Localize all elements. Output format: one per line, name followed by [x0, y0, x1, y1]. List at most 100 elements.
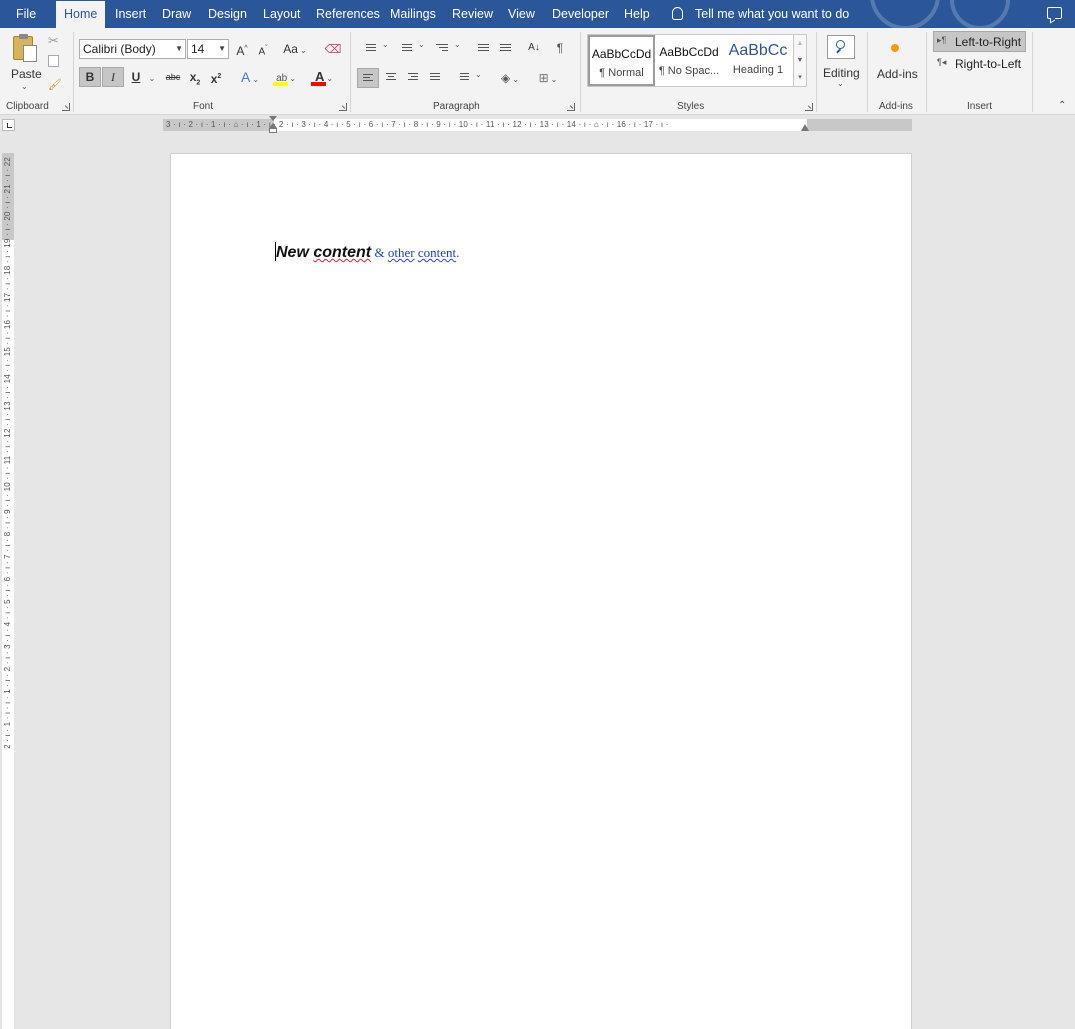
indent-marker[interactable] — [269, 116, 278, 134]
highlight-color-button[interactable]: ab ⌄ — [270, 67, 302, 87]
text-effects-icon[interactable]: A ⌄ — [236, 67, 264, 87]
increase-indent-icon[interactable] — [496, 42, 514, 56]
style-preview: AaBbCc — [728, 42, 788, 59]
tell-me-label: Tell me what you want to do — [695, 7, 850, 21]
tab-mailings[interactable]: Mailings — [390, 0, 436, 28]
group-divider — [73, 32, 74, 112]
tab-home[interactable]: Home — [56, 1, 106, 28]
align-center-icon[interactable] — [381, 68, 401, 88]
style-no-spacing[interactable]: AaBbCcDd ¶ No Spac... — [656, 35, 722, 86]
format-painter-icon[interactable]: 🖌 — [48, 78, 62, 91]
sort-button[interactable]: A↓ — [524, 38, 544, 58]
multilevel-list-button[interactable]: ⌄ — [432, 40, 462, 56]
horizontal-ruler[interactable]: 3 · ı · 2 · ı · 1 · ı · ⌂ · ı · 1 · ı · … — [163, 116, 912, 134]
right-indent-marker[interactable] — [801, 124, 809, 131]
strikethrough-button[interactable]: abc — [162, 67, 184, 87]
paragraph-group-label: Paragraph — [433, 101, 480, 112]
style-heading-1[interactable]: AaBbCc Heading 1 — [724, 35, 792, 86]
justify-icon[interactable] — [425, 68, 445, 88]
underline-button[interactable]: U — [127, 67, 145, 87]
change-case-button[interactable]: Aa ⌄ — [280, 39, 310, 59]
clear-formatting-icon[interactable]: ⌫ — [323, 39, 343, 59]
chevron-down-icon[interactable]: ⌄ — [145, 67, 157, 87]
ltr-label: Left-to-Right — [955, 35, 1022, 49]
tab-developer[interactable]: Developer — [552, 0, 609, 28]
bold-button[interactable]: B — [79, 67, 101, 87]
tab-insert[interactable]: Insert — [115, 0, 146, 28]
title-bar-decoration — [830, 0, 1030, 28]
left-to-right-button[interactable]: ▸¶ Left-to-Right — [933, 31, 1026, 52]
shading-button[interactable]: ◈ ⌄ — [494, 68, 526, 88]
blue-text: & other content. — [374, 245, 459, 260]
decrease-indent-icon[interactable] — [474, 42, 492, 56]
grow-font-button[interactable]: A^ — [233, 39, 251, 59]
tab-layout[interactable]: Layout — [263, 0, 301, 28]
styles-launcher-icon[interactable] — [805, 103, 813, 111]
align-left-button[interactable] — [357, 68, 379, 88]
ribbon: Paste ⌄ ✂ 🖌 Clipboard Calibri (Body) ▼ 1… — [0, 28, 1075, 115]
clipboard-launcher-icon[interactable] — [62, 103, 70, 111]
tab-selector[interactable] — [2, 119, 15, 131]
tab-review[interactable]: Review — [452, 0, 493, 28]
font-color-button[interactable]: A ⌄ — [308, 67, 340, 87]
font-size-combo[interactable]: 14 ▼ — [187, 39, 229, 59]
paste-button[interactable]: Paste ⌄ — [8, 32, 42, 94]
italic-button[interactable]: I — [102, 67, 124, 87]
styles-gallery: AaBbCcDd ¶ Normal AaBbCcDd ¶ No Spac... … — [587, 34, 807, 87]
ltr-icon: ▸¶ — [937, 35, 947, 45]
chevron-up-icon[interactable]: ▲ — [794, 35, 806, 52]
rtl-label: Right-to-Left — [955, 57, 1022, 71]
collapse-ribbon-icon[interactable]: ⌃ — [1058, 100, 1066, 111]
editing-button[interactable]: Editing ⌄ — [820, 32, 862, 94]
chevron-down-icon[interactable]: ▼ — [794, 52, 806, 69]
borders-button[interactable]: ⊞ ⌄ — [532, 68, 564, 88]
numbering-icon — [402, 44, 412, 53]
tab-help[interactable]: Help — [624, 0, 650, 28]
font-color-swatch — [311, 82, 326, 86]
copy-icon[interactable] — [48, 55, 59, 67]
paragraph-launcher-icon[interactable] — [567, 103, 575, 111]
word-content-2: content — [417, 245, 457, 260]
document-paragraph[interactable]: New content & other content. — [275, 242, 459, 262]
numbering-button[interactable]: ⌄ — [396, 40, 426, 56]
word-new: New — [276, 244, 309, 261]
clipboard-icon — [13, 34, 37, 62]
style-name: ¶ Normal — [599, 67, 644, 79]
group-divider — [1032, 32, 1033, 112]
shrink-font-button[interactable]: Aˇ — [254, 39, 272, 59]
line-spacing-button[interactable]: ⌄ — [454, 68, 484, 88]
insert-group-label: Insert — [967, 101, 993, 112]
add-ins-button[interactable]: Add-ins — [872, 32, 922, 94]
font-launcher-icon[interactable] — [339, 103, 347, 111]
superscript-button[interactable]: x2 — [207, 67, 225, 87]
tab-file[interactable]: File — [16, 0, 36, 28]
tab-design[interactable]: Design — [208, 0, 247, 28]
align-right-icon[interactable] — [403, 68, 423, 88]
search-icon — [827, 35, 855, 59]
cut-icon[interactable]: ✂ — [48, 33, 59, 49]
show-formatting-marks-button[interactable]: ¶ — [550, 38, 570, 58]
vertical-ruler[interactable]: 2 · ı · 1 · ı · ı · 1 · ı · 2 · ı · 3 · … — [2, 153, 14, 1029]
tab-view[interactable]: View — [508, 0, 535, 28]
subscript-button[interactable]: x2 — [186, 67, 204, 87]
style-name: ¶ No Spac... — [658, 65, 720, 77]
tell-me-search[interactable]: Tell me what you want to do — [672, 0, 849, 28]
clipboard-group-label: Clipboard — [6, 101, 49, 112]
rtl-icon: ¶◂ — [937, 57, 947, 67]
styles-scroll[interactable]: ▲ ▼ ▾ — [793, 35, 806, 86]
style-normal[interactable]: AaBbCcDd ¶ Normal — [588, 35, 655, 86]
right-to-left-button[interactable]: ¶◂ Right-to-Left — [933, 55, 1026, 75]
group-divider — [867, 32, 868, 112]
style-preview: AaBbCcDd — [659, 45, 719, 59]
tab-draw[interactable]: Draw — [162, 0, 191, 28]
document-page[interactable]: New content & other content. — [170, 153, 912, 1029]
tab-references[interactable]: References — [316, 0, 380, 28]
period: . — [456, 245, 460, 260]
more-styles-icon[interactable]: ▾ — [794, 69, 806, 86]
add-ins-icon — [891, 44, 899, 52]
change-case-label: Aa — [283, 42, 298, 56]
paint-bucket-icon: ◈ — [501, 71, 511, 85]
bullets-button[interactable]: ⌄ — [360, 40, 390, 56]
comments-icon[interactable] — [1047, 7, 1062, 19]
font-name-combo[interactable]: Calibri (Body) ▼ — [79, 39, 186, 59]
